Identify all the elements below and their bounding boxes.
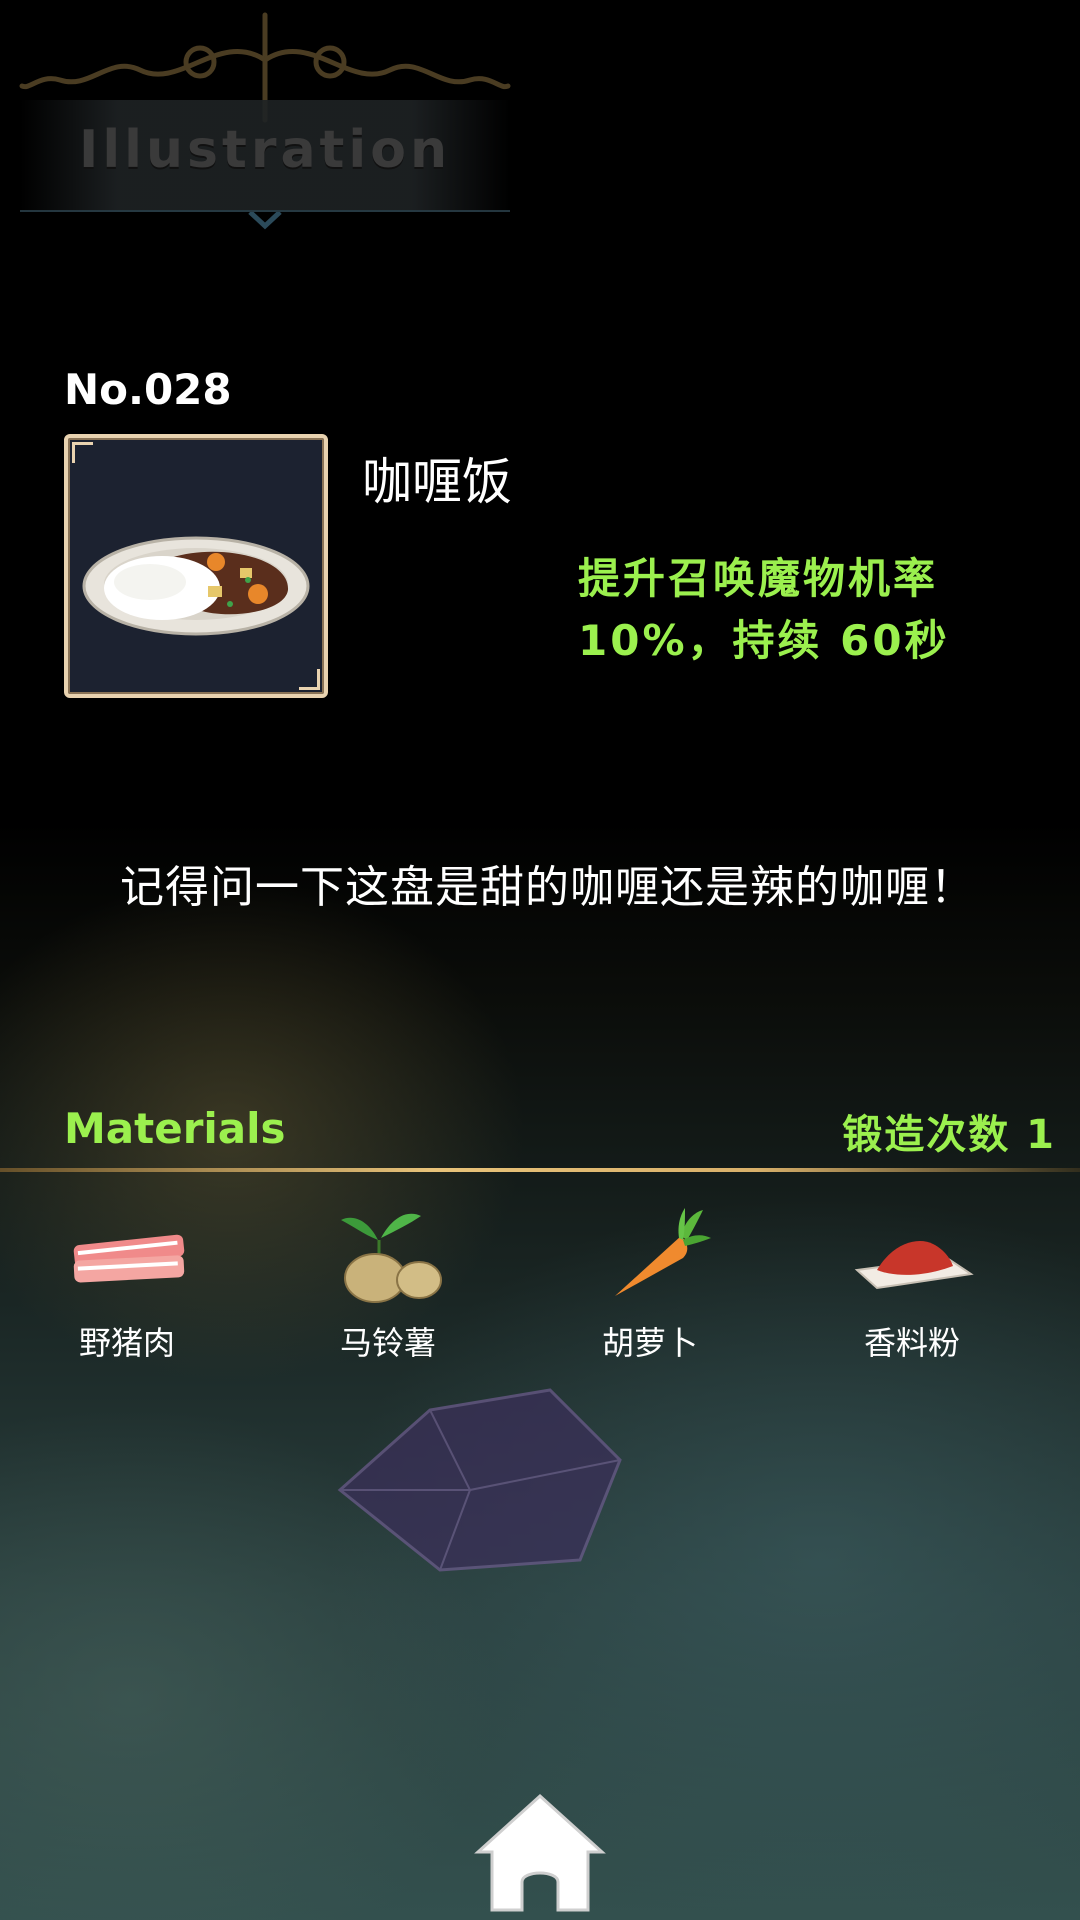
material-item-potato[interactable]: 马铃薯 (273, 1200, 503, 1370)
home-icon[interactable] (470, 1790, 610, 1915)
spice-powder-icon (854, 1241, 974, 1290)
frame-corner-ornament (299, 669, 320, 690)
material-label: 野猪肉 (78, 1324, 175, 1362)
curry-rice-icon (82, 536, 310, 636)
crystal-background-decoration (337, 1388, 622, 1572)
material-label: 马铃薯 (339, 1324, 436, 1362)
materials-title: Materials (64, 1104, 286, 1153)
page-title: Illustration (79, 120, 451, 180)
material-label: 胡萝卜 (601, 1324, 698, 1362)
item-effect: 提升召唤魔物机率 10%，持续 60秒 (578, 554, 950, 665)
frame-corner-ornament (72, 442, 93, 463)
section-divider (0, 1168, 1080, 1172)
boar-meat-icon (73, 1234, 185, 1283)
item-number: No.028 (64, 365, 232, 414)
material-item-carrot[interactable]: 胡萝卜 (535, 1200, 765, 1370)
carrot-icon (615, 1208, 711, 1296)
item-image-frame (64, 434, 328, 698)
material-item-spice-powder[interactable]: 香料粉 (797, 1200, 1027, 1370)
forge-count: 锻造次数 1 (842, 1112, 1056, 1158)
material-label: 香料粉 (863, 1324, 960, 1362)
potato-icon (341, 1213, 442, 1303)
item-name: 咖喱饭 (362, 453, 512, 511)
item-description: 记得问一下这盘是甜的咖喱还是辣的咖喱！ (120, 862, 975, 913)
material-item-boar-meat[interactable]: 野猪肉 (12, 1200, 242, 1370)
